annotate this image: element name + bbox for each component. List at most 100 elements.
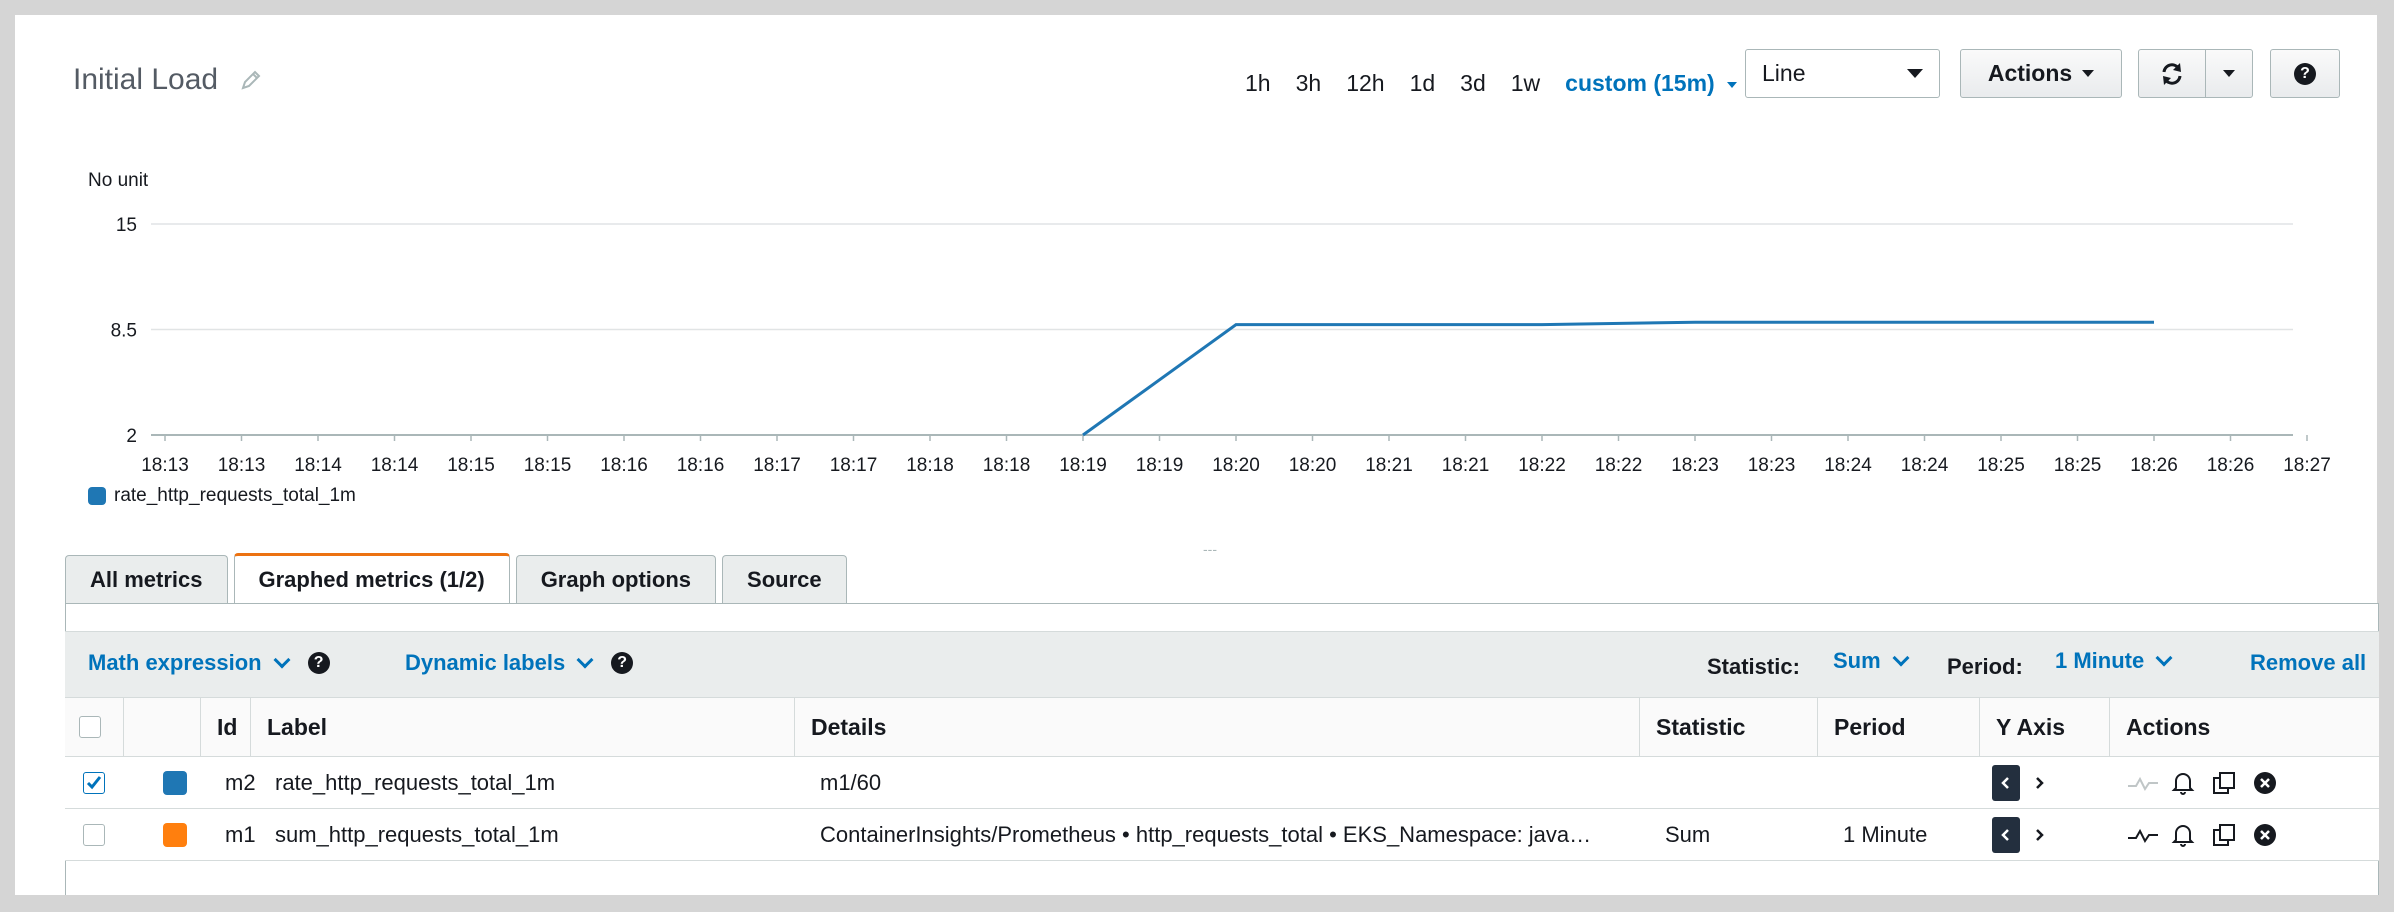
duplicate-icon[interactable]	[2211, 757, 2237, 809]
x-tick-label: 18:13	[141, 455, 189, 476]
x-tick-label: 18:14	[294, 455, 342, 476]
series-color-swatch[interactable]	[163, 823, 187, 847]
remove-all-label: Remove all	[2250, 650, 2367, 675]
range-custom[interactable]: custom (15m)	[1565, 70, 1715, 97]
row-statistic[interactable]: Sum	[1665, 809, 1710, 861]
statistic-dropdown[interactable]: Sum	[1833, 648, 1910, 674]
period-header[interactable]: Period	[1817, 698, 1979, 756]
statistic-header[interactable]: Statistic	[1639, 698, 1817, 756]
chevron-down-icon	[273, 651, 291, 669]
sparkline-icon[interactable]	[2127, 757, 2159, 809]
x-tick-label: 18:26	[2130, 455, 2178, 476]
dynamic-labels-label: Dynamic labels	[405, 650, 566, 675]
statistic-label: Statistic:	[1707, 654, 1800, 679]
details-header[interactable]: Details	[794, 698, 1639, 756]
x-tick-label: 18:23	[1671, 455, 1719, 476]
remove-icon[interactable]	[2253, 809, 2277, 861]
remove-icon[interactable]	[2253, 757, 2277, 809]
tab-graphed-metrics[interactable]: Graphed metrics (1/2)	[233, 553, 510, 603]
range-1d[interactable]: 1d	[1410, 70, 1436, 97]
help-icon[interactable]: ?	[307, 652, 330, 674]
x-tick-label: 18:25	[1977, 455, 2025, 476]
time-range-selector: 1h 3h 12h 1d 3d 1w custom (15m)	[1245, 70, 1737, 97]
actions-button[interactable]: Actions	[1960, 49, 2122, 98]
dashboard-widget-panel: Initial Load 1h 3h 12h 1d 3d 1w custom (…	[15, 15, 2379, 895]
range-3h[interactable]: 3h	[1296, 70, 1322, 97]
y-tick-label: 8.5	[111, 321, 137, 342]
math-expression-dropdown[interactable]: Math expression ?	[88, 650, 330, 676]
row-period[interactable]: 1 Minute	[1843, 809, 1927, 861]
x-tick-label: 18:16	[677, 455, 725, 476]
chevron-left-icon[interactable]	[1992, 817, 2020, 853]
x-tick-label: 18:15	[524, 455, 572, 476]
math-expression-label: Math expression	[88, 650, 262, 675]
refresh-options-button[interactable]	[2205, 49, 2253, 98]
range-1w[interactable]: 1w	[1511, 70, 1540, 97]
metrics-table-header: Id Label Details Statistic Period Y Axis…	[65, 697, 2379, 757]
x-tick-label: 18:26	[2207, 455, 2255, 476]
yaxis-right-button[interactable]	[2033, 757, 2045, 809]
row-details[interactable]: m1/60	[820, 757, 881, 809]
row-id[interactable]: m1	[225, 809, 256, 861]
bell-icon[interactable]	[2171, 757, 2195, 809]
statistic-value: Sum	[1833, 648, 1881, 673]
y-tick-label: 15	[116, 215, 137, 236]
chevron-left-icon[interactable]	[1992, 765, 2020, 801]
y-unit-label: No unit	[88, 170, 149, 191]
period-dropdown[interactable]: 1 Minute	[2055, 648, 2173, 674]
label-header[interactable]: Label	[250, 698, 794, 756]
row-checkbox[interactable]	[83, 772, 105, 794]
x-tick-label: 18:21	[1365, 455, 1413, 476]
color-header	[123, 698, 200, 756]
yaxis-right-button[interactable]	[2033, 809, 2045, 861]
row-id[interactable]: m2	[225, 757, 256, 809]
sparkline-icon[interactable]	[2127, 809, 2159, 861]
row-checkbox-cell	[83, 809, 105, 861]
tab-all-metrics[interactable]: All metrics	[65, 555, 228, 603]
range-1h[interactable]: 1h	[1245, 70, 1271, 97]
tab-graph-options[interactable]: Graph options	[515, 555, 717, 603]
edit-title-pencil-icon[interactable]	[240, 69, 262, 91]
period-label: Period:	[1947, 654, 2023, 679]
tab-source[interactable]: Source	[722, 555, 847, 603]
x-tick-label: 18:22	[1595, 455, 1643, 476]
actions-header: Actions	[2109, 698, 2379, 756]
refresh-button[interactable]	[2138, 49, 2206, 98]
help-button[interactable]: ?	[2270, 49, 2340, 98]
row-color-cell	[163, 809, 187, 861]
series-line[interactable]	[1082, 320, 2154, 437]
select-all-checkbox[interactable]	[79, 716, 101, 738]
chart-type-select[interactable]: Line	[1745, 49, 1940, 98]
id-header[interactable]: Id	[200, 698, 250, 756]
bell-icon[interactable]	[2171, 809, 2195, 861]
chevron-down-icon	[576, 651, 594, 669]
chevron-right-icon[interactable]	[2033, 828, 2045, 842]
x-tick-label: 18:19	[1136, 455, 1184, 476]
row-details[interactable]: ContainerInsights/Prometheus • http_requ…	[820, 809, 1635, 861]
dynamic-labels-dropdown[interactable]: Dynamic labels ?	[405, 650, 634, 676]
remove-all-link[interactable]: Remove all	[2250, 650, 2366, 676]
range-3d[interactable]: 3d	[1460, 70, 1486, 97]
period-value: 1 Minute	[2055, 648, 2145, 673]
help-icon[interactable]: ?	[611, 652, 634, 674]
yaxis-left-button[interactable]	[1992, 809, 2020, 861]
row-label[interactable]: rate_http_requests_total_1m	[275, 757, 555, 809]
range-12h[interactable]: 12h	[1346, 70, 1384, 97]
x-tick-label: 18:25	[2054, 455, 2102, 476]
custom-range-caret-icon[interactable]	[1726, 81, 1737, 88]
yaxis-left-button[interactable]	[1992, 757, 2020, 809]
row-label[interactable]: sum_http_requests_total_1m	[275, 809, 559, 861]
duplicate-icon[interactable]	[2211, 809, 2237, 861]
x-tick-label: 18:13	[218, 455, 266, 476]
table-row: m1 sum_http_requests_total_1m ContainerI…	[65, 809, 2379, 861]
x-tick-label: 18:19	[1059, 455, 1107, 476]
row-checkbox[interactable]	[83, 824, 105, 846]
legend-label: rate_http_requests_total_1m	[114, 485, 356, 506]
series-color-swatch[interactable]	[163, 771, 187, 795]
chevron-right-icon[interactable]	[2033, 776, 2045, 790]
resize-handle[interactable]: ---	[1203, 541, 1217, 557]
widget-title-wrap: Initial Load	[73, 63, 262, 97]
metrics-tabs: All metrics Graphed metrics (1/2) Graph …	[65, 553, 847, 603]
x-tick-label: 18:23	[1748, 455, 1796, 476]
chart-type-value: Line	[1762, 60, 1806, 86]
